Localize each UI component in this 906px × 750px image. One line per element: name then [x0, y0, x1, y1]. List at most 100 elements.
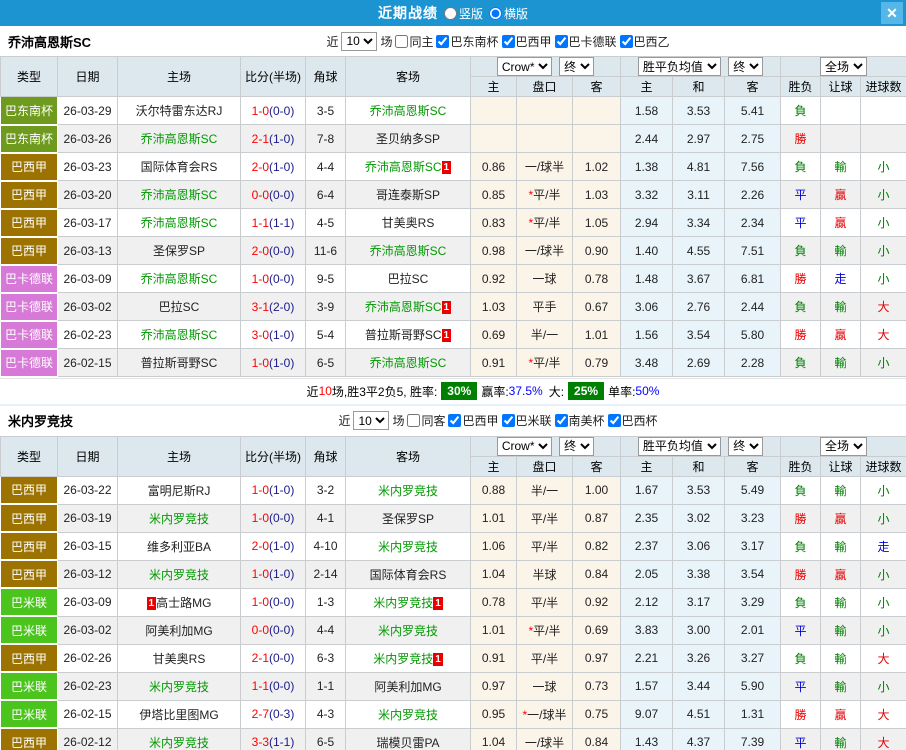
result-goals: 大	[861, 644, 906, 672]
result-handicap: 輸	[821, 476, 861, 504]
fulltime-score: 3-1	[252, 300, 269, 314]
handicap-home-odds: 1.01	[471, 504, 517, 532]
fulltime-score: 1-0	[252, 104, 269, 118]
league-checkbox[interactable]	[555, 414, 568, 427]
league-filter-option[interactable]: 巴东南杯	[436, 33, 498, 50]
league-filter-option[interactable]: 巴西甲	[502, 33, 552, 50]
horizontal-layout-radio[interactable]	[489, 7, 502, 20]
handicap-line-text: 一/球半	[525, 160, 564, 174]
home-team: 乔沛高恩斯SC	[141, 132, 218, 146]
league-checkbox[interactable]	[448, 414, 461, 427]
final-odds-select[interactable]: 终	[728, 57, 763, 76]
match-date: 26-03-20	[58, 181, 118, 209]
away-team-cell: 甘美奥RS	[346, 209, 471, 237]
layout-vertical-option[interactable]: 竖版	[444, 5, 483, 22]
odds-home: 3.83	[621, 616, 673, 644]
match-date: 26-03-09	[58, 588, 118, 616]
result-goals: 大	[861, 293, 906, 321]
corner-count: 4-4	[306, 616, 346, 644]
handicap-line-text: 平手	[532, 300, 556, 314]
home-team-cell: 沃尔特雷东达RJ	[118, 97, 241, 125]
odds-draw: 4.55	[673, 237, 725, 265]
away-team: 乔沛高恩斯SC	[365, 300, 442, 314]
handicap-away-odds: 1.00	[573, 476, 621, 504]
league-filter-option[interactable]: 巴西乙	[620, 33, 670, 50]
table-row: 巴西甲 26-03-22 富明尼斯RJ 1-0(1-0) 3-2 米内罗竞技 0…	[1, 476, 906, 504]
league-checkbox[interactable]	[555, 35, 568, 48]
same-venue-checkbox[interactable]	[395, 35, 408, 48]
league-checkbox[interactable]	[502, 35, 515, 48]
vertical-layout-radio[interactable]	[444, 7, 457, 20]
summary-winrate-label: 赢率:	[481, 383, 508, 400]
col-handicap-result: 让球	[821, 77, 861, 97]
bookmaker-select[interactable]: Crow*	[497, 57, 552, 76]
away-team: 圣保罗SP	[382, 512, 434, 526]
league-checkbox[interactable]	[608, 414, 621, 427]
league-filter-option[interactable]: 南美杯	[555, 412, 605, 429]
summary-big-label: 大:	[549, 383, 564, 400]
match-date: 26-03-29	[58, 97, 118, 125]
col-handicap-away: 客	[573, 456, 621, 476]
result-handicap: 贏	[821, 181, 861, 209]
wdl-average-select[interactable]: 胜平负均值	[638, 57, 721, 76]
home-team-cell: 国际体育会RS	[118, 153, 241, 181]
league-checkbox[interactable]	[502, 414, 515, 427]
same-venue-option[interactable]: 同客	[407, 412, 445, 429]
handicap-home-odds: 1.04	[471, 728, 517, 750]
league-badge: 巴西甲	[1, 532, 58, 560]
handicap-home-odds: 0.83	[471, 209, 517, 237]
table-row: 巴西甲 26-03-12 米内罗竞技 1-0(1-0) 2-14 国际体育会RS…	[1, 560, 906, 588]
handicap-line: 一/球半	[517, 728, 573, 750]
final-odds-select[interactable]: 终	[559, 57, 594, 76]
league-checkbox[interactable]	[620, 35, 633, 48]
halftime-score: (0-0)	[269, 244, 294, 258]
away-team-cell: 乔沛高恩斯SC	[346, 349, 471, 377]
fulltime-score: 0-0	[252, 623, 269, 637]
col-odds-draw: 和	[673, 77, 725, 97]
wdl-average-select[interactable]: 胜平负均值	[638, 437, 721, 456]
col-type: 类型	[1, 436, 58, 476]
league-badge: 巴卡德联	[1, 265, 58, 293]
col-odds-draw: 和	[673, 456, 725, 476]
scope-select[interactable]: 全场	[820, 57, 867, 76]
same-venue-checkbox[interactable]	[407, 414, 420, 427]
fulltime-score: 1-0	[252, 356, 269, 370]
col-score: 比分(半场)	[241, 436, 306, 476]
result-outcome: 負	[781, 476, 821, 504]
match-score: 1-0(0-0)	[241, 504, 306, 532]
odds-draw: 3.00	[673, 616, 725, 644]
match-date: 26-03-15	[58, 532, 118, 560]
league-checkbox[interactable]	[436, 35, 449, 48]
corner-count: 1-1	[306, 672, 346, 700]
match-score: 1-1(1-1)	[241, 209, 306, 237]
home-team-cell: 1高士路MG	[118, 588, 241, 616]
odds-away: 2.75	[725, 125, 781, 153]
league-filter-option[interactable]: 巴卡德联	[555, 33, 617, 50]
close-button[interactable]: ✕	[881, 2, 903, 24]
same-venue-option[interactable]: 同主	[395, 33, 433, 50]
result-handicap: 走	[821, 265, 861, 293]
handicap-home-odds: 0.91	[471, 644, 517, 672]
odds-home: 3.06	[621, 293, 673, 321]
league-filter-option[interactable]: 巴西杯	[608, 412, 658, 429]
match-count-select[interactable]: 10	[353, 411, 389, 430]
team-filter-bar: 米内罗竞技 近 10 场 同客 巴西甲 巴米联	[0, 406, 906, 436]
home-team: 沃尔特雷东达RJ	[136, 104, 223, 118]
handicap-line-text: 平/半	[531, 540, 558, 554]
bookmaker-select[interactable]: Crow*	[497, 437, 552, 456]
layout-horizontal-option[interactable]: 横版	[489, 5, 528, 22]
col-corner: 角球	[306, 57, 346, 97]
final-odds-select[interactable]: 终	[728, 437, 763, 456]
odds-draw: 3.53	[673, 97, 725, 125]
games-label: 场	[380, 33, 392, 50]
handicap-home-odds: 1.04	[471, 560, 517, 588]
final-odds-select[interactable]: 终	[559, 437, 594, 456]
scope-select[interactable]: 全场	[820, 437, 867, 456]
match-score: 3-1(2-0)	[241, 293, 306, 321]
odds-away: 7.56	[725, 153, 781, 181]
handicap-away-odds: 0.78	[573, 265, 621, 293]
league-filter-option[interactable]: 巴西甲	[448, 412, 498, 429]
match-count-select[interactable]: 10	[341, 32, 377, 51]
league-filter-option[interactable]: 巴米联	[502, 412, 552, 429]
match-date: 26-03-26	[58, 125, 118, 153]
